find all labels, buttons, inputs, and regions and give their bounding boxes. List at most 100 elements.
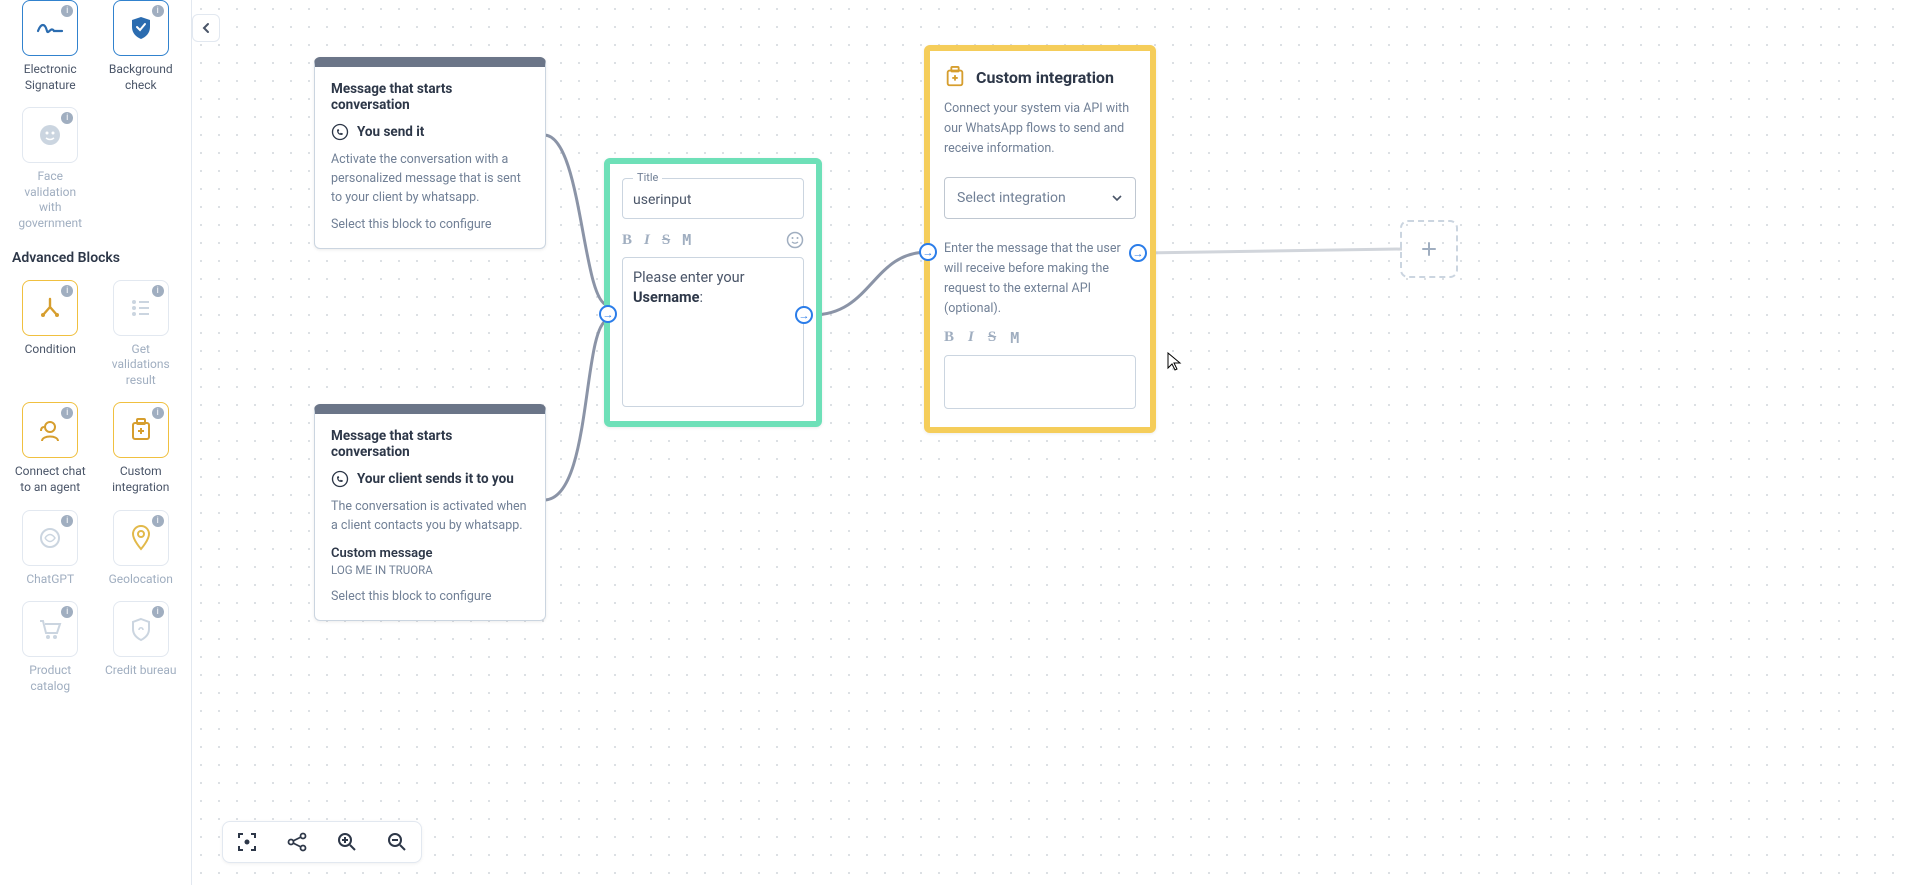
card-subline: Your client sends it to you [357,471,514,487]
block-electronic-signature[interactable]: i Electronic Signature [12,0,89,93]
block-label: Face validation with government [12,169,89,231]
card-custom-integration[interactable]: Custom integration Connect your system v… [924,45,1156,433]
select-integration[interactable]: Select integration [944,177,1136,219]
card-title: Custom integration [976,68,1114,87]
custom-message-value: LOG ME IN TRUORA [331,563,529,577]
list-icon [129,296,153,320]
bold-button[interactable]: B [622,232,632,249]
integration-icon [944,65,966,89]
port-in[interactable] [919,243,937,261]
pin-icon [130,524,152,552]
info-icon: i [61,285,73,297]
port-out[interactable] [795,306,813,324]
plus-icon [1420,240,1438,258]
block-label: Product catalog [12,663,89,694]
zoom-out-button[interactable] [383,828,411,856]
format-toolbar: B I S M [622,231,804,249]
fit-icon [236,831,258,853]
sidebar: i Electronic Signature i Background chec… [0,0,192,885]
card-user-input[interactable]: Title userinput B I S M Please enter you… [604,158,822,427]
msg-post: : [699,289,703,306]
emoji-icon [786,231,804,249]
title-value: userinput [633,192,691,208]
info-icon: i [152,606,164,618]
block-get-validations[interactable]: i Get validations result [103,280,180,389]
fit-view-button[interactable] [233,828,261,856]
block-background-check[interactable]: i Background check [103,0,180,93]
zoom-in-button[interactable] [333,828,361,856]
block-label: Credit bureau [105,663,177,679]
card-desc: The conversation is activated when a cli… [331,498,529,536]
italic-button[interactable]: I [644,232,650,249]
select-placeholder: Select integration [957,190,1066,206]
chatgpt-icon [37,525,63,551]
strike-button[interactable]: S [662,232,670,249]
mono-button[interactable]: M [1010,329,1019,347]
shield-icon [129,15,153,41]
info-icon: i [61,407,73,419]
bureau-icon [129,616,153,642]
share-button[interactable] [283,828,311,856]
chevron-left-icon [200,22,212,34]
card-start-you-send[interactable]: Message that starts conversation You sen… [314,57,546,249]
flow-canvas[interactable]: Message that starts conversation You sen… [192,0,1908,885]
format-toolbar: B I S M [944,329,1136,347]
info-icon: i [61,112,73,124]
card-subline: You send it [357,124,424,140]
title-field[interactable]: Title userinput [622,178,804,219]
bold-button[interactable]: B [944,329,954,347]
pre-request-message[interactable] [944,355,1136,409]
add-block-dropzone[interactable] [1400,220,1458,278]
share-icon [286,831,308,853]
block-label: Get validations result [103,342,180,389]
collapse-sidebar-button[interactable] [192,14,220,42]
card-desc: Activate the conversation with a persona… [331,151,529,207]
block-geolocation[interactable]: i Geolocation [103,510,180,588]
block-label: Electronic Signature [12,62,89,93]
block-label: Background check [103,62,180,93]
face-icon [37,122,63,148]
zoom-out-icon [386,831,408,853]
mono-button[interactable]: M [682,231,691,249]
block-condition[interactable]: i Condition [12,280,89,389]
zoom-in-icon [336,831,358,853]
block-product-catalog[interactable]: i Product catalog [12,601,89,694]
info-icon: i [152,5,164,17]
block-face-validation[interactable]: i Face validation with government [12,107,89,231]
block-connect-agent[interactable]: i Connect chat to an agent [12,402,89,495]
canvas-toolbar [222,821,422,863]
info-icon: i [61,5,73,17]
card-title: Message that starts conversation [331,428,529,460]
whatsapp-icon [331,470,349,488]
signature-icon [36,17,64,39]
whatsapp-icon [331,123,349,141]
info-icon: i [152,407,164,419]
info-icon: i [152,515,164,527]
block-credit-bureau[interactable]: i Credit bureau [103,601,180,694]
card-start-client-sends[interactable]: Message that starts conversation Your cl… [314,404,546,621]
title-label: Title [633,171,662,184]
mouse-cursor [1167,352,1183,372]
card-desc: Connect your system via API with our Wha… [944,99,1136,159]
italic-button[interactable]: I [968,329,974,347]
port-in[interactable] [599,305,617,323]
block-chatgpt[interactable]: i ChatGPT [12,510,89,588]
message-textarea[interactable]: Please enter your Username: [622,257,804,407]
card-hint: Select this block to configure [331,217,529,232]
block-label: Geolocation [109,572,173,588]
info-icon: i [61,515,73,527]
msg-bold: Username [633,289,699,306]
port-out[interactable] [1129,244,1147,262]
strike-button[interactable]: S [988,329,996,347]
chevron-down-icon [1111,194,1123,202]
cart-icon [37,617,63,641]
block-custom-integration[interactable]: i Custom integration [103,402,180,495]
integration-icon [129,417,153,443]
emoji-button[interactable] [786,231,804,249]
msg-pre: Please enter your [633,269,745,286]
section-title-advanced: Advanced Blocks [12,250,179,266]
custom-message-label: Custom message [331,546,529,561]
block-label: ChatGPT [26,572,74,588]
card-desc2: Enter the message that the user will rec… [944,239,1136,319]
block-label: Custom integration [103,464,180,495]
